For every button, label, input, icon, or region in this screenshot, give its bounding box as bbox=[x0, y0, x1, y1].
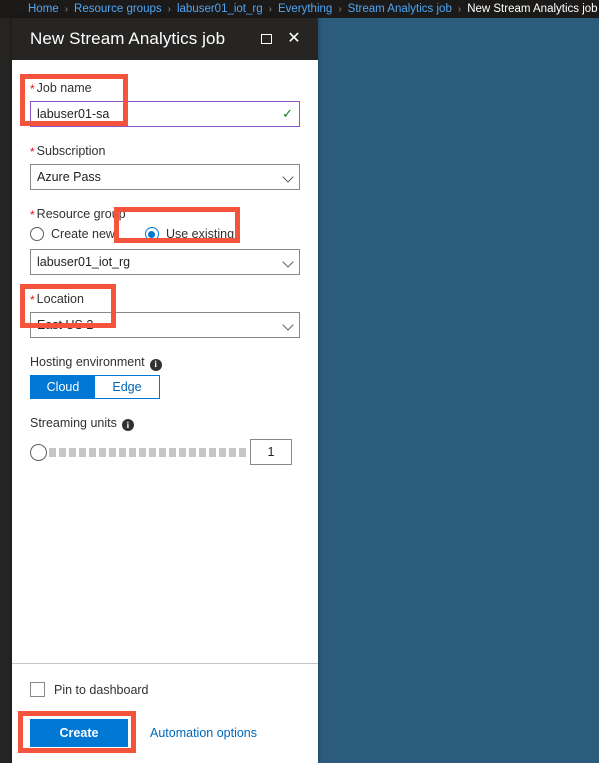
slider-tick bbox=[99, 447, 106, 457]
resource-group-value: labuser01_iot_rg bbox=[37, 255, 131, 269]
breadcrumb-item-resource-groups[interactable]: Resource groups bbox=[74, 3, 162, 15]
slider-tick bbox=[229, 447, 236, 457]
radio-icon bbox=[30, 227, 44, 241]
breadcrumb: Home › Resource groups › labuser01_iot_r… bbox=[0, 0, 599, 18]
close-icon[interactable]: ✕ bbox=[280, 25, 308, 53]
streaming-units-label: Streaming units i bbox=[30, 415, 300, 431]
new-stream-analytics-job-blade: New Stream Analytics job ✕ * Job name lab… bbox=[12, 18, 318, 763]
subscription-label-text: Subscription bbox=[36, 144, 106, 158]
job-name-field: * Job name labuser01-sa ✓ bbox=[30, 80, 300, 127]
job-name-label: * Job name bbox=[30, 80, 300, 97]
required-marker: * bbox=[30, 82, 35, 96]
location-label: * Location bbox=[30, 291, 300, 308]
chevron-down-icon bbox=[284, 173, 293, 182]
required-marker: * bbox=[30, 145, 35, 159]
radio-use-existing-label: Use existing bbox=[165, 227, 235, 241]
toggle-option-cloud[interactable]: Cloud bbox=[31, 375, 95, 398]
resource-group-field: * Resource group Create new Use existing … bbox=[30, 206, 300, 275]
subscription-value: Azure Pass bbox=[37, 170, 101, 184]
checkbox-icon bbox=[30, 682, 45, 697]
breadcrumb-separator: › bbox=[338, 3, 342, 15]
location-value: East US 2 bbox=[37, 318, 94, 332]
breadcrumb-item-everything[interactable]: Everything bbox=[278, 3, 332, 15]
slider-tick bbox=[209, 447, 216, 457]
required-marker: * bbox=[30, 293, 35, 307]
slider-tick bbox=[189, 447, 196, 457]
hosting-environment-label: Hosting environment i bbox=[30, 354, 300, 371]
breadcrumb-item-labuser01-iot-rg[interactable]: labuser01_iot_rg bbox=[177, 3, 263, 15]
maximize-icon[interactable] bbox=[252, 25, 280, 53]
breadcrumb-separator: › bbox=[167, 3, 171, 15]
slider-tick bbox=[199, 447, 206, 457]
location-field: * Location East US 2 bbox=[30, 291, 300, 338]
slider-tick bbox=[69, 447, 76, 457]
radio-selected-icon bbox=[144, 227, 159, 241]
streaming-units-value: 1 bbox=[267, 445, 275, 459]
valid-check-icon: ✓ bbox=[282, 106, 293, 121]
slider-tick bbox=[139, 447, 146, 457]
subscription-field: * Subscription Azure Pass bbox=[30, 143, 300, 190]
hosting-environment-label-text: Hosting environment bbox=[30, 355, 145, 369]
slider-tick bbox=[109, 447, 116, 457]
job-name-label-text: Job name bbox=[36, 81, 92, 95]
slider-tick bbox=[159, 447, 166, 457]
blade-header: New Stream Analytics job ✕ bbox=[12, 18, 318, 60]
streaming-units-field: Streaming units i 1 bbox=[30, 415, 300, 465]
slider-ticks bbox=[49, 447, 246, 457]
slider-tick bbox=[169, 447, 176, 457]
breadcrumb-item-home[interactable]: Home bbox=[28, 3, 59, 15]
subscription-label: * Subscription bbox=[30, 143, 300, 160]
slider-handle[interactable] bbox=[30, 443, 47, 461]
hosting-environment-field: Hosting environment i Cloud Edge bbox=[30, 354, 300, 399]
blade-title: New Stream Analytics job bbox=[30, 29, 226, 48]
hosting-environment-toggle: Cloud Edge bbox=[30, 374, 160, 399]
blade-footer: Pin to dashboard Create Automation optio… bbox=[12, 664, 318, 763]
resource-group-select[interactable]: labuser01_iot_rg bbox=[30, 249, 300, 275]
resource-group-label-text: Resource group bbox=[36, 207, 126, 221]
chevron-down-icon bbox=[284, 321, 293, 330]
resource-group-radio-group: Create new Use existing bbox=[30, 227, 300, 241]
required-marker: * bbox=[30, 208, 35, 222]
toggle-option-edge[interactable]: Edge bbox=[95, 375, 159, 398]
slider-tick bbox=[219, 447, 226, 457]
slider-tick bbox=[119, 447, 126, 457]
slider-tick bbox=[149, 447, 156, 457]
slider-tick bbox=[79, 447, 86, 457]
streaming-units-row: 1 bbox=[30, 439, 300, 465]
streaming-units-label-text: Streaming units bbox=[30, 415, 117, 430]
radio-use-existing[interactable]: Use existing bbox=[144, 227, 235, 241]
streaming-units-slider[interactable] bbox=[30, 443, 246, 461]
automation-options-link[interactable]: Automation options bbox=[150, 726, 257, 740]
breadcrumb-separator: › bbox=[457, 3, 462, 15]
slider-tick bbox=[179, 447, 186, 457]
slider-tick bbox=[129, 447, 136, 457]
create-button[interactable]: Create bbox=[30, 719, 128, 747]
radio-create-new-label: Create new bbox=[51, 227, 115, 241]
radio-create-new[interactable]: Create new bbox=[30, 227, 115, 241]
footer-actions: Create Automation options bbox=[30, 719, 300, 747]
chevron-down-icon bbox=[284, 258, 293, 267]
pin-to-dashboard-label: Pin to dashboard bbox=[54, 682, 149, 697]
job-name-input[interactable]: labuser01-sa ✓ bbox=[30, 101, 300, 127]
location-select[interactable]: East US 2 bbox=[30, 312, 300, 338]
breadcrumb-separator: › bbox=[64, 3, 69, 15]
blade-form: * Job name labuser01-sa ✓ * Subscription A… bbox=[12, 60, 318, 481]
slider-tick bbox=[49, 447, 56, 457]
info-icon[interactable]: i bbox=[149, 358, 162, 371]
streaming-units-input[interactable]: 1 bbox=[250, 439, 292, 465]
subscription-select[interactable]: Azure Pass bbox=[30, 164, 300, 190]
slider-tick bbox=[89, 447, 96, 457]
info-icon[interactable]: i bbox=[121, 419, 134, 431]
location-label-text: Location bbox=[36, 292, 84, 306]
breadcrumb-item-current: New Stream Analytics job bbox=[467, 3, 598, 15]
breadcrumb-item-stream-analytics-job[interactable]: Stream Analytics job bbox=[348, 3, 452, 15]
slider-tick bbox=[59, 447, 66, 457]
resource-group-label: * Resource group bbox=[30, 206, 300, 223]
breadcrumb-separator: › bbox=[268, 3, 272, 15]
slider-tick bbox=[239, 447, 246, 457]
job-name-value: labuser01-sa bbox=[37, 107, 110, 121]
pin-to-dashboard-checkbox[interactable]: Pin to dashboard bbox=[30, 682, 300, 697]
